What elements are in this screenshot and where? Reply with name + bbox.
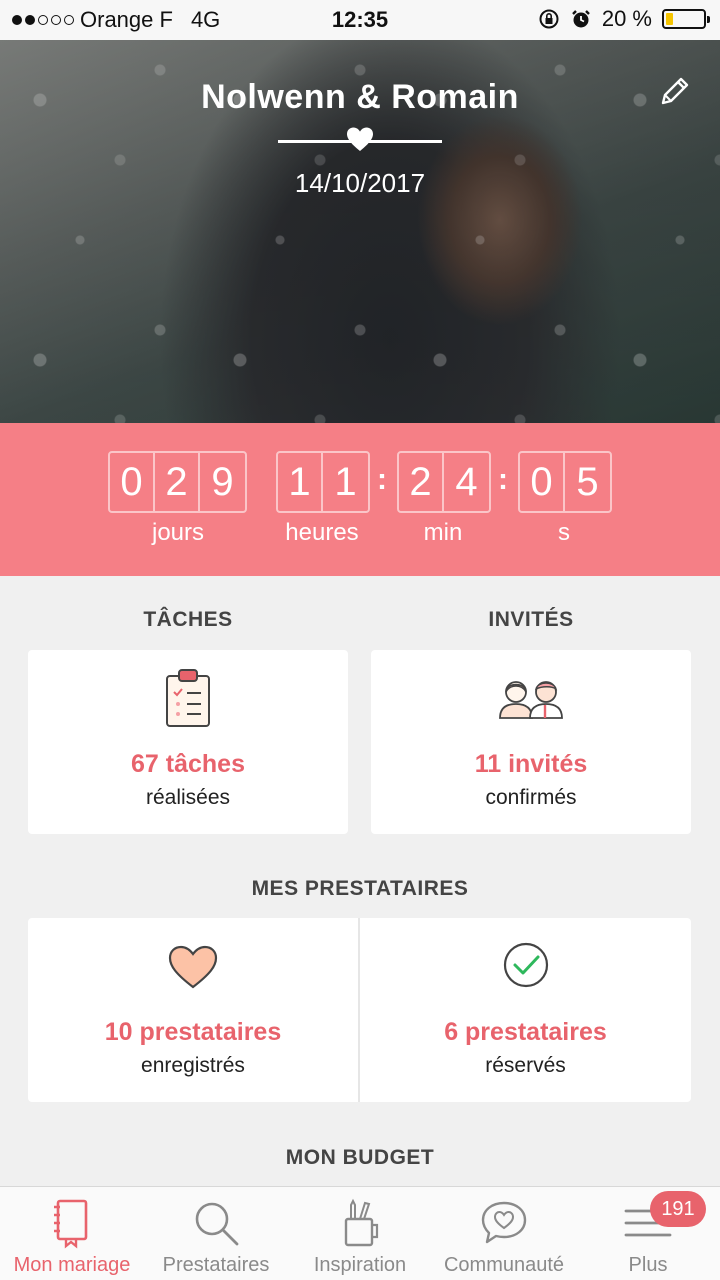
countdown-days: 0 2 9 [108,451,247,513]
cover-photo[interactable]: Nolwenn & Romain 14/10/2017 [0,40,720,423]
tab-label: Prestataires [162,1254,270,1276]
countdown-digit: 9 [211,460,234,504]
wedding-countdown: 0 2 9 1 1 : 2 4 : 0 5 jours heures min s [0,423,720,576]
countdown-hours: 1 1 [276,451,370,513]
search-icon [195,1202,239,1246]
countdown-digit: 0 [110,453,155,511]
heart-icon [347,127,373,151]
vendors-card: 10 prestataires enregistrés 6 prestatair… [28,918,691,1102]
heart-icon [168,945,218,989]
chat-heart-icon [481,1201,527,1244]
countdown-separator: : [377,463,387,496]
alarm-icon [571,10,590,28]
countdown-digit: 5 [576,460,599,504]
guests-count: 11 invités [474,750,588,778]
tasks-card[interactable]: 67 tâches réalisées [28,650,348,834]
pencil-edit-icon[interactable] [658,74,692,108]
couple-guests-icon [499,681,563,719]
booked-vendors-count: 6 prestataires [444,1018,607,1046]
seconds-label: s [558,519,570,546]
countdown-digit: 1 [334,460,357,504]
tab-label: Plus [628,1254,668,1276]
wedding-date: 14/10/2017 [294,168,426,198]
tab-prestataires[interactable]: Prestataires [144,1187,288,1280]
check-circle-icon [503,942,548,988]
guests-sub-label: confirmés [485,786,577,809]
tab-label: Communauté [443,1254,565,1276]
battery-level [666,13,674,25]
notification-badge: 191 [650,1191,706,1227]
countdown-seconds: 0 5 [518,451,612,513]
couple-name: Nolwenn & Romain [201,78,519,116]
countdown-minutes: 2 4 [397,451,491,513]
minutes-label: min [423,519,463,546]
status-bar: Orange F 4G 12:35 20 % [0,0,720,40]
countdown-digit: 1 [278,453,323,511]
countdown-digit: 0 [520,453,565,511]
saved-vendors[interactable]: 10 prestataires enregistrés [28,918,358,1102]
countdown-digit: 2 [155,453,200,511]
tab-inspiration[interactable]: Inspiration [288,1187,432,1280]
tab-communaute[interactable]: Communauté [432,1187,576,1280]
saved-vendors-label: enregistrés [141,1054,245,1077]
battery-icon [662,9,710,29]
tab-label: Mon mariage [13,1254,131,1276]
tasks-sub-label: réalisées [145,786,231,809]
days-label: jours [151,519,205,546]
tab-bar: Mon mariage Prestataires Inspiration Com… [0,1186,720,1280]
tab-mon-mariage[interactable]: Mon mariage [0,1187,144,1280]
booked-vendors[interactable]: 6 prestataires réservés [360,918,691,1102]
notebook-icon [54,1199,88,1249]
rotation-lock-icon [539,9,559,29]
budget-title: MON BUDGET [285,1146,435,1169]
tasks-count: 67 tâches [131,750,245,778]
guests-title: INVITÉS [488,608,574,631]
hours-label: heures [285,519,359,546]
booked-vendors-label: réservés [485,1054,566,1077]
saved-vendors-count: 10 prestataires [104,1018,282,1046]
clipboard-checklist-icon [166,669,210,727]
countdown-digit: 2 [399,453,444,511]
status-icons: 20 % [538,6,710,32]
battery-percent: 20 % [601,6,652,31]
tab-label: Inspiration [313,1254,407,1276]
countdown-digit: 4 [455,460,478,504]
countdown-separator: : [498,463,508,496]
tasks-title: TÂCHES [143,608,233,631]
pencil-cup-icon [344,1198,379,1247]
vendors-title: MES PRESTATAIRES [251,877,469,900]
guests-card[interactable]: 11 invités confirmés [371,650,691,834]
